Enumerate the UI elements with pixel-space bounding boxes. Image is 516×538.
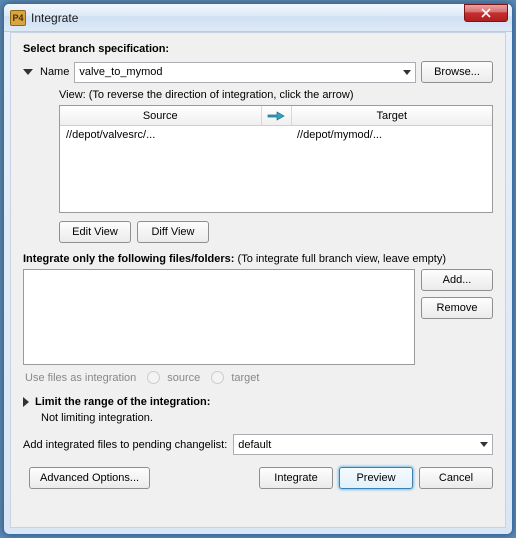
cancel-button[interactable]: Cancel [419, 467, 493, 489]
close-button[interactable] [464, 4, 508, 22]
window-title: Integrate [31, 11, 464, 25]
edit-view-button[interactable]: Edit View [59, 221, 131, 243]
remove-file-button[interactable]: Remove [421, 297, 493, 319]
titlebar: P4 Integrate [4, 4, 512, 32]
column-source[interactable]: Source [60, 106, 262, 125]
files-hint: (To integrate full branch view, leave em… [238, 253, 447, 265]
browse-button[interactable]: Browse... [421, 61, 493, 83]
integrate-button[interactable]: Integrate [259, 467, 333, 489]
branch-view-table: Source Target //depot/valvesrc/... //dep… [59, 105, 493, 213]
files-header: Integrate only the following files/folde… [23, 253, 234, 265]
changelist-value: default [238, 439, 271, 451]
close-icon [481, 8, 491, 18]
radio-source [147, 371, 160, 384]
view-hint: View: (To reverse the direction of integ… [59, 89, 493, 101]
branch-name-label: Name [40, 66, 69, 78]
app-icon: P4 [10, 10, 26, 26]
branch-section-header: Select branch specification: [23, 43, 493, 55]
branch-name-value: valve_to_mymod [79, 66, 162, 78]
limit-section: Limit the range of the integration: [23, 396, 493, 408]
table-row[interactable]: //depot/valvesrc/... //depot/mymod/... [60, 126, 492, 144]
radio-source-label: source [167, 372, 200, 384]
files-section: Integrate only the following files/folde… [23, 253, 493, 396]
use-files-radio-group: Use files as integration source target [25, 371, 493, 384]
radio-target [211, 371, 224, 384]
branch-name-combo[interactable]: valve_to_mymod [74, 62, 416, 83]
chevron-right-icon[interactable] [23, 397, 29, 407]
chevron-down-icon[interactable] [23, 69, 33, 75]
cell-target: //depot/mymod/... [291, 129, 492, 141]
reverse-direction-button[interactable] [262, 106, 292, 125]
footer: Advanced Options... Integrate Preview Ca… [23, 467, 493, 489]
changelist-combo[interactable]: default [233, 434, 493, 455]
changelist-row: Add integrated files to pending changeli… [23, 434, 493, 455]
column-target[interactable]: Target [292, 106, 493, 125]
advanced-options-button[interactable]: Advanced Options... [29, 467, 150, 489]
limit-status: Not limiting integration. [41, 412, 493, 424]
branch-name-row: Name valve_to_mymod Browse... [23, 61, 493, 83]
arrow-right-icon [267, 110, 285, 122]
integrate-dialog: P4 Integrate Select branch specification… [3, 3, 513, 535]
use-files-label: Use files as integration [25, 372, 136, 384]
diff-view-button[interactable]: Diff View [137, 221, 209, 243]
changelist-label: Add integrated files to pending changeli… [23, 439, 227, 451]
radio-target-label: target [231, 372, 259, 384]
limit-header: Limit the range of the integration: [35, 396, 210, 408]
cell-source: //depot/valvesrc/... [60, 129, 261, 141]
dialog-body: Select branch specification: Name valve_… [10, 32, 506, 528]
files-listbox[interactable] [23, 269, 415, 365]
add-file-button[interactable]: Add... [421, 269, 493, 291]
preview-button[interactable]: Preview [339, 467, 413, 489]
